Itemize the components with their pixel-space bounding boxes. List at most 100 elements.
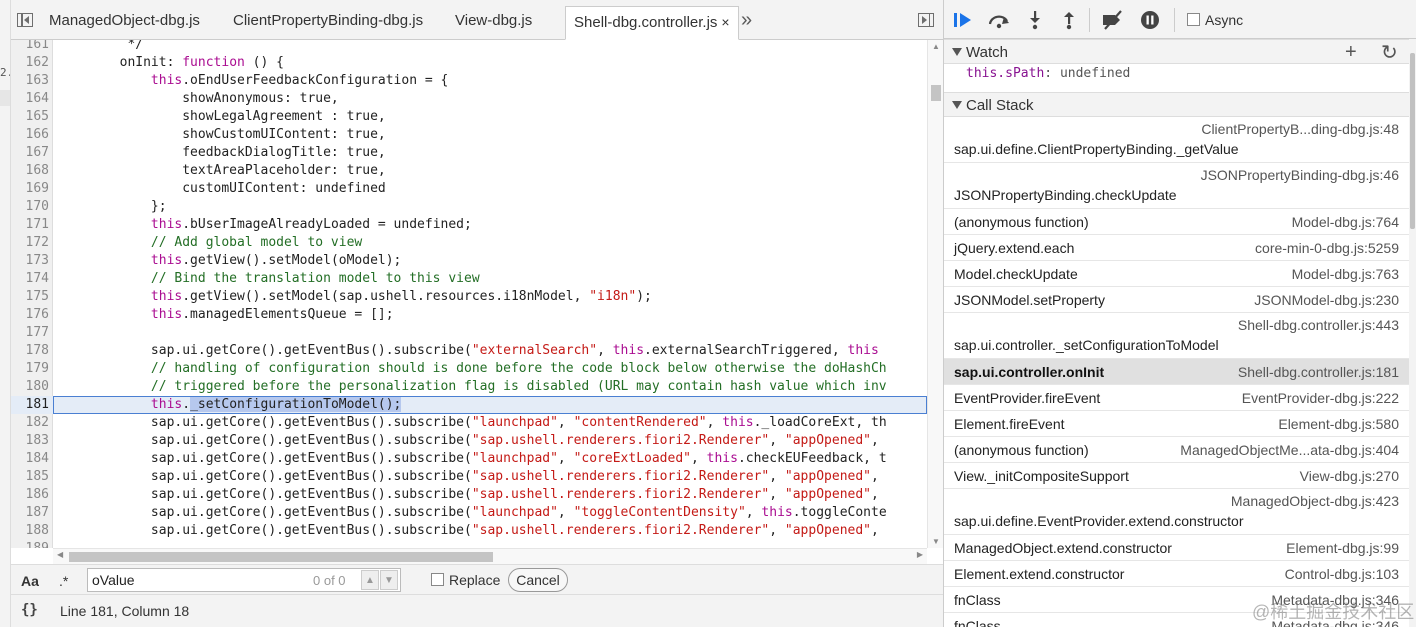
editor-vertical-scrollbar[interactable]: ▲ ▼ xyxy=(927,40,943,548)
line-number[interactable]: 172 xyxy=(11,234,49,252)
line-number[interactable]: 182 xyxy=(11,414,49,432)
callstack-frame[interactable]: Element.fireEvent Element-dbg.js:580 xyxy=(944,411,1409,437)
scroll-thumb[interactable] xyxy=(931,85,941,101)
scroll-thumb[interactable] xyxy=(1410,53,1415,229)
callstack-frame[interactable]: jQuery.extend.each core-min-0-dbg.js:5259 xyxy=(944,235,1409,261)
frame-location[interactable]: ClientPropertyB...ding-dbg.js:48 xyxy=(1201,121,1399,137)
match-case-toggle[interactable]: Aa xyxy=(21,573,39,589)
code-line[interactable]: 167 feedbackDialogTitle: true, xyxy=(11,144,927,162)
code-line[interactable]: 187 sap.ui.getCore().getEventBus().subsc… xyxy=(11,504,927,522)
callstack-frame[interactable]: EventProvider.fireEvent EventProvider-dbg… xyxy=(944,385,1409,411)
line-number[interactable]: 166 xyxy=(11,126,49,144)
line-number[interactable]: 176 xyxy=(11,306,49,324)
regex-toggle[interactable]: .* xyxy=(59,573,68,589)
code-line[interactable]: 172 // Add global model to view xyxy=(11,234,927,252)
code-line[interactable]: 166 showCustomUIContent: true, xyxy=(11,126,927,144)
callstack-frame[interactable]: sap.ui.define.EventProvider.extend.const… xyxy=(944,489,1409,535)
add-watch-icon[interactable]: + xyxy=(1345,41,1357,64)
frame-location[interactable]: View-dbg.js:270 xyxy=(1300,468,1399,484)
line-number[interactable]: 173 xyxy=(11,252,49,270)
callstack-frame-selected[interactable]: sap.ui.controller.onInit Shell-dbg.contro… xyxy=(944,359,1409,385)
pause-on-exceptions-button[interactable] xyxy=(1138,8,1162,32)
code-line[interactable]: 189 xyxy=(11,540,927,548)
frame-location[interactable]: Shell-dbg.controller.js:443 xyxy=(1238,317,1399,333)
callstack-frame[interactable]: View._initCompositeSupport View-dbg.js:27… xyxy=(944,463,1409,489)
callstack-frame[interactable]: Model.checkUpdate Model-dbg.js:763 xyxy=(944,261,1409,287)
scroll-up-icon[interactable]: ▲ xyxy=(932,42,940,51)
line-number[interactable]: 175 xyxy=(11,288,49,306)
callstack-section-header[interactable]: Call Stack xyxy=(944,92,1409,117)
tab-shell-dbg-controller-js[interactable]: Shell-dbg.controller.js × xyxy=(565,6,739,40)
line-number[interactable]: 184 xyxy=(11,450,49,468)
line-number[interactable]: 183 xyxy=(11,432,49,450)
resume-button[interactable] xyxy=(952,8,976,32)
deactivate-breakpoints-button[interactable] xyxy=(1101,8,1125,32)
pretty-print-button[interactable]: {} xyxy=(21,602,38,618)
frame-location[interactable]: JSONPropertyBinding-dbg.js:46 xyxy=(1201,167,1399,183)
callstack-frame[interactable]: JSONModel.setProperty JSONModel-dbg.js:23… xyxy=(944,287,1409,313)
line-number[interactable]: 187 xyxy=(11,504,49,522)
line-number[interactable]: 188 xyxy=(11,522,49,540)
frame-location[interactable]: EventProvider-dbg.js:222 xyxy=(1242,390,1399,406)
line-number[interactable]: 170 xyxy=(11,198,49,216)
line-number[interactable]: 162 xyxy=(11,54,49,72)
step-out-button[interactable] xyxy=(1057,8,1081,32)
line-number[interactable]: 185 xyxy=(11,468,49,486)
line-number[interactable]: 171 xyxy=(11,216,49,234)
code-line[interactable]: 188 sap.ui.getCore().getEventBus().subsc… xyxy=(11,522,927,540)
frame-location[interactable]: Element-dbg.js:99 xyxy=(1286,540,1399,556)
code-line[interactable]: 186 sap.ui.getCore().getEventBus().subsc… xyxy=(11,486,927,504)
line-number[interactable]: 165 xyxy=(11,108,49,126)
line-number[interactable]: 178 xyxy=(11,342,49,360)
frame-location[interactable]: Control-dbg.js:103 xyxy=(1285,566,1399,582)
editor-horizontal-scrollbar[interactable]: ◀ ▶ xyxy=(53,548,927,564)
tab-clientpropertybinding-dbg-js[interactable]: ClientPropertyBinding-dbg.js xyxy=(225,6,431,40)
toggle-debugger-icon[interactable] xyxy=(918,13,934,27)
search-input[interactable] xyxy=(87,568,401,592)
search-previous-button[interactable]: ▲ xyxy=(361,570,379,590)
line-number[interactable]: 168 xyxy=(11,162,49,180)
toggle-navigator-icon[interactable] xyxy=(17,13,33,27)
line-number[interactable]: 174 xyxy=(11,270,49,288)
callstack-frame[interactable]: sap.ui.define.ClientPropertyBinding._get… xyxy=(944,117,1409,163)
search-next-button[interactable]: ▼ xyxy=(380,570,398,590)
frame-location[interactable]: Element-dbg.js:580 xyxy=(1278,416,1399,432)
step-into-button[interactable] xyxy=(1023,8,1047,32)
code-line[interactable]: 169 customUIContent: undefined xyxy=(11,180,927,198)
code-line[interactable]: 176 this.managedElementsQueue = []; xyxy=(11,306,927,324)
frame-location[interactable]: core-min-0-dbg.js:5259 xyxy=(1255,240,1399,256)
line-number[interactable]: 186 xyxy=(11,486,49,504)
callstack-frame[interactable]: sap.ui.controller._setConfigurationToMod… xyxy=(944,313,1409,359)
line-number[interactable]: 161 xyxy=(11,40,49,54)
code-line[interactable]: 183 sap.ui.getCore().getEventBus().subsc… xyxy=(11,432,927,450)
debugger-scrollbar[interactable] xyxy=(1409,39,1416,627)
async-checkbox[interactable] xyxy=(1187,13,1200,26)
code-line[interactable]: 173 this.getView().setModel(oModel); xyxy=(11,252,927,270)
line-number[interactable]: 181 xyxy=(11,396,49,414)
code-line[interactable]: 162 onInit: function () { xyxy=(11,54,927,72)
frame-location[interactable]: Model-dbg.js:763 xyxy=(1292,266,1399,282)
code-line[interactable]: 177 xyxy=(11,324,927,342)
refresh-icon[interactable]: ↻ xyxy=(1381,40,1398,65)
tab-overflow-icon[interactable]: » xyxy=(741,9,752,32)
code-line[interactable]: 164 showAnonymous: true, xyxy=(11,90,927,108)
line-number[interactable]: 163 xyxy=(11,72,49,90)
line-number[interactable]: 189 xyxy=(11,540,49,548)
code-line[interactable]: 179 // handling of configuration should … xyxy=(11,360,927,378)
tab-view-dbg-js[interactable]: View-dbg.js xyxy=(447,6,540,40)
frame-location[interactable]: ManagedObjectMe...ata-dbg.js:404 xyxy=(1180,442,1399,458)
line-number[interactable]: 164 xyxy=(11,90,49,108)
code-line[interactable]: 161 */ xyxy=(11,40,927,54)
watch-expression[interactable]: this.sPath: undefined xyxy=(966,66,1130,81)
line-number[interactable]: 179 xyxy=(11,360,49,378)
step-over-button[interactable] xyxy=(987,8,1011,32)
code-line[interactable]: 168 textAreaPlaceholder: true, xyxy=(11,162,927,180)
cancel-button[interactable]: Cancel xyxy=(508,568,568,592)
line-number[interactable]: 177 xyxy=(11,324,49,342)
callstack-frame[interactable]: JSONPropertyBinding.checkUpdate JSONPrope… xyxy=(944,163,1409,209)
code-line[interactable]: 175 this.getView().setModel(sap.ushell.r… xyxy=(11,288,927,306)
callstack-frame[interactable]: (anonymous function) Model-dbg.js:764 xyxy=(944,209,1409,235)
code-line[interactable]: 184 sap.ui.getCore().getEventBus().subsc… xyxy=(11,450,927,468)
watch-section-header[interactable]: Watch + ↻ xyxy=(944,39,1409,64)
callstack-frame[interactable]: Element.extend.constructor Control-dbg.js… xyxy=(944,561,1409,587)
